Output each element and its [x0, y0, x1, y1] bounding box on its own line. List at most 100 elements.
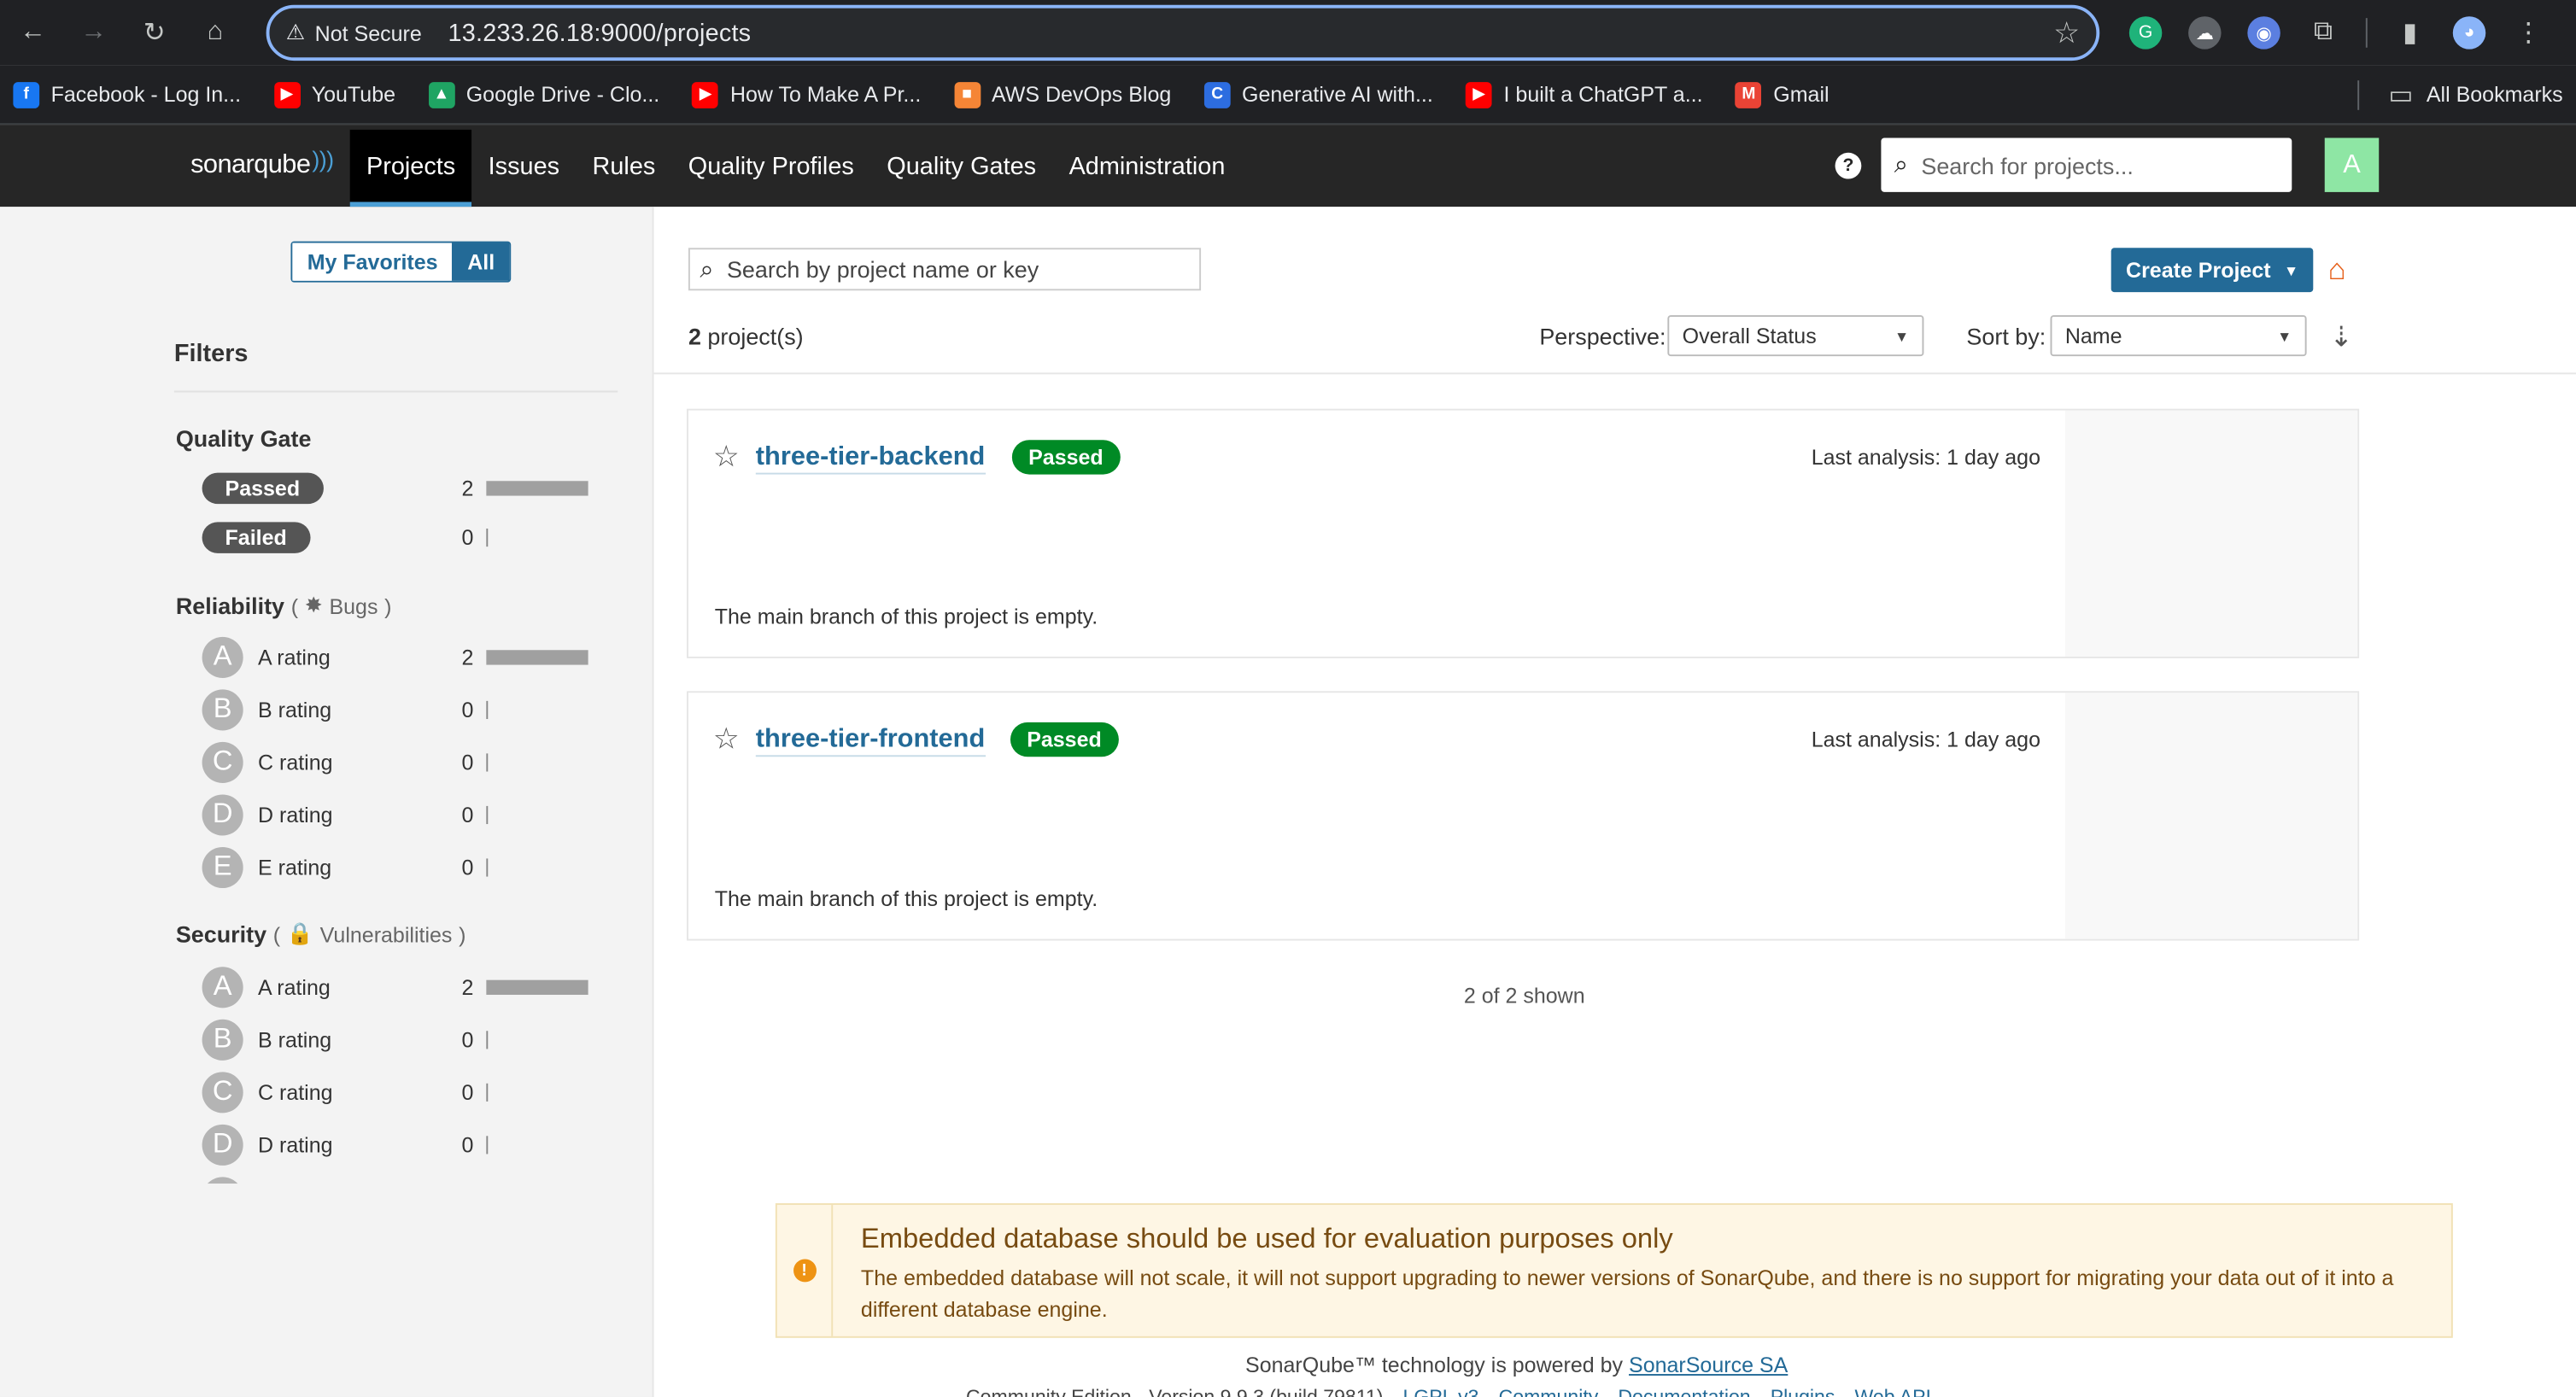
rating-badge: A	[202, 635, 243, 677]
warning-icon: ⚠	[285, 20, 306, 44]
footer-link-web-api[interactable]: Web API	[1855, 1386, 1931, 1397]
rating-label: C rating	[257, 749, 333, 774]
facet-bar-empty	[486, 699, 489, 719]
reload-icon[interactable]: ↻	[135, 13, 174, 52]
facet-count: 0	[461, 854, 474, 880]
grammarly-extension-icon[interactable]: G	[2128, 16, 2163, 50]
bookmark-favicon-icon: ▲	[428, 81, 455, 108]
facet-count: 0	[461, 1078, 474, 1104]
sort-select[interactable]: Name ▼	[2050, 315, 2307, 357]
nav-rules[interactable]: Rules	[576, 130, 671, 207]
project-name-link[interactable]: three-tier-backend	[755, 441, 986, 475]
reliability-icon: ✸	[304, 592, 323, 617]
facet-bar	[486, 480, 588, 495]
address-bar[interactable]: ⚠ Not Secure 13.233.26.18:9000/projects …	[266, 4, 2100, 61]
filter-row[interactable]: A A rating 2	[202, 635, 597, 677]
footer-link-plugins[interactable]: Plugins	[1771, 1386, 1835, 1397]
sort-order-icon[interactable]: ⇣	[2330, 322, 2353, 354]
help-icon[interactable]: ?	[1835, 151, 1862, 178]
chevron-down-icon: ▼	[2277, 327, 2292, 344]
my-favorites-button[interactable]: My Favorites	[292, 243, 453, 281]
all-bookmarks[interactable]: ▭ All Bookmarks	[2356, 78, 2563, 110]
side-panel-icon[interactable]: ▮	[2394, 16, 2427, 49]
project-search-input[interactable]: ⌕ Search by project name or key	[688, 248, 1202, 291]
embedded-db-warning: ! Embedded database should be used for e…	[775, 1203, 2453, 1338]
bookmark-item[interactable]: ▶ I built a ChatGPT a...	[1466, 81, 1703, 108]
create-project-button[interactable]: Create Project ▼	[2111, 248, 2314, 293]
nav-quality-profiles[interactable]: Quality Profiles	[672, 130, 871, 207]
all-button[interactable]: All	[452, 243, 510, 281]
global-search-input[interactable]: ⌕ Search for projects...	[1881, 137, 2292, 192]
bookmark-item[interactable]: ■ AWS DevOps Blog	[953, 81, 1171, 108]
sonarqube-logo[interactable]: sonarqube)))	[190, 125, 334, 207]
footer-link-community[interactable]: Community	[1499, 1386, 1599, 1397]
profile-avatar[interactable]: ◕	[2452, 16, 2486, 50]
project-name-link[interactable]: three-tier-frontend	[755, 724, 986, 757]
folder-icon: ▭	[2388, 81, 2414, 109]
facet-bar-empty	[486, 1135, 489, 1154]
filter-row[interactable]: B B rating 0	[202, 1018, 597, 1060]
filter-row[interactable]: D D rating 0	[202, 793, 597, 835]
bookmark-item[interactable]: C Generative AI with...	[1203, 81, 1433, 108]
bookmark-favicon-icon: ■	[953, 81, 981, 108]
quality-gate-filter-title: Quality Gate	[175, 424, 312, 452]
extension-icon[interactable]: ◉	[2247, 16, 2280, 50]
nav-administration[interactable]: Administration	[1052, 130, 1241, 207]
sonarsource-link[interactable]: SonarSource SA	[1629, 1353, 1788, 1377]
facet-bar-empty	[486, 1082, 489, 1101]
favorite-star-icon[interactable]: ☆	[713, 722, 740, 757]
facet-count: 0	[461, 697, 474, 722]
filter-row[interactable]: A A rating 2	[202, 966, 597, 1008]
filter-row[interactable]: Failed 0	[202, 517, 597, 557]
url-text[interactable]: 13.233.26.18:9000/projects	[448, 19, 2054, 47]
filter-row[interactable]: C C rating 0	[202, 1071, 597, 1113]
filter-row[interactable]: D D rating 0	[202, 1123, 597, 1165]
sonarqube-navbar: sonarqube))) Projects Issues Rules Quality …	[0, 125, 2576, 208]
rating-label: C rating	[257, 1078, 333, 1104]
powered-by: SonarQube™ technology is powered by Sona…	[1245, 1353, 1789, 1377]
footer-link-documentation[interactable]: Documentation	[1618, 1386, 1750, 1397]
home-icon[interactable]: ⌂	[196, 13, 235, 52]
puzzle-icon[interactable]: ⧉	[2307, 16, 2339, 49]
bookmarks-divider	[2356, 79, 2359, 109]
forward-icon[interactable]: →	[74, 13, 114, 52]
rating-label: B rating	[257, 697, 332, 722]
alert-title: Embedded database should be used for eva…	[860, 1223, 1673, 1254]
bookmark-item[interactable]: ▲ Google Drive - Clo...	[428, 81, 659, 108]
filter-row[interactable]: C C rating 0	[202, 740, 597, 783]
footer-link-lgpl-v3[interactable]: LGPL v3	[1403, 1386, 1479, 1397]
rating-label: D rating	[257, 1131, 333, 1157]
facet-count: 0	[461, 1131, 474, 1157]
shown-count: 2 of 2 shown	[1463, 983, 1585, 1008]
nav-quality-gates[interactable]: Quality Gates	[870, 130, 1052, 207]
bookmark-item[interactable]: f Facebook - Log In...	[13, 81, 241, 108]
back-icon[interactable]: ←	[13, 13, 52, 52]
rating-badge: C	[202, 740, 243, 783]
not-secure-indicator[interactable]: ⚠ Not Secure	[286, 20, 422, 46]
filter-row[interactable]: E E rating 0	[202, 845, 597, 888]
nav-projects[interactable]: Projects	[349, 129, 472, 208]
search-icon: ⌕	[700, 254, 714, 283]
facet-bar-empty	[486, 528, 489, 547]
filter-row[interactable]: B B rating 0	[202, 688, 597, 730]
bookmark-item[interactable]: M Gmail	[1736, 81, 1830, 108]
perspective-select[interactable]: Overall Status ▼	[1667, 315, 1924, 357]
bookmark-star-icon[interactable]: ☆	[2053, 15, 2080, 50]
user-avatar[interactable]: A	[2324, 137, 2380, 192]
nav-issues[interactable]: Issues	[471, 130, 576, 207]
bookmark-item[interactable]: ▶ How To Make A Pr...	[692, 81, 921, 108]
cloud-extension-icon[interactable]: ☁	[2188, 16, 2222, 50]
rating-badge: D	[202, 793, 243, 835]
facet-count: 2	[461, 644, 474, 669]
bookmark-favicon-icon: ▶	[273, 81, 301, 108]
facet-bar	[486, 979, 588, 995]
filter-row[interactable]: Passed 2	[202, 468, 597, 507]
menu-kebab-icon[interactable]: ⋮	[2512, 16, 2544, 49]
facet-count: 0	[461, 749, 474, 774]
homepage-icon[interactable]: ⌂	[2328, 253, 2346, 287]
edition-line: Community Edition - Version 9.9.3 (build…	[966, 1386, 1931, 1397]
quality-gate-badge: Passed	[1010, 722, 1119, 757]
bookmark-item[interactable]: ▶ YouTube	[273, 81, 395, 108]
favorite-star-icon[interactable]: ☆	[713, 440, 740, 474]
project-count: 2 project(s)	[688, 323, 804, 350]
